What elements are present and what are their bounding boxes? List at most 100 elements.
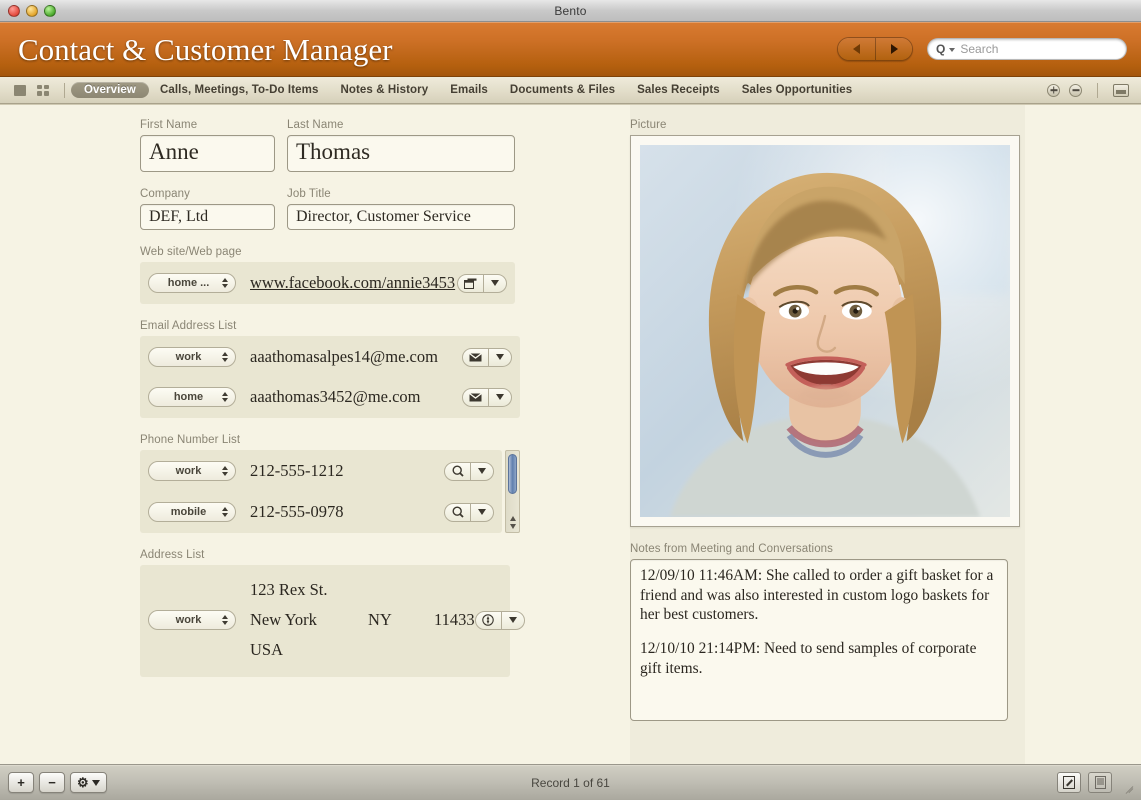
address-country[interactable]: USA	[250, 635, 475, 665]
address-list: work 123 Rex St. New York NY 11433 USA	[140, 565, 525, 677]
tab-calls-meetings-todo[interactable]: Calls, Meetings, To-Do Items	[149, 82, 330, 98]
company-group: Company DEF, Ltd	[140, 188, 275, 230]
phone-actions-0	[444, 461, 494, 481]
phone-row: work 212-555-1212	[140, 456, 502, 486]
search-input[interactable]: Q Search	[927, 38, 1127, 60]
email-type-selector-0[interactable]: work	[148, 347, 236, 367]
view-switcher	[8, 84, 58, 96]
email-value-0[interactable]: aaathomasalpes14@me.com	[250, 347, 462, 367]
phone-menu-button-1[interactable]	[471, 509, 493, 515]
app-window: Bento Contact & Customer Manager Q Searc…	[0, 0, 1141, 800]
plus-circle-icon[interactable]	[1047, 83, 1060, 97]
grid-view-icon[interactable]	[37, 84, 49, 96]
phone-row: mobile 212-555-0978	[140, 497, 502, 527]
form-view-icon[interactable]	[14, 84, 26, 96]
browser-window-icon[interactable]	[458, 278, 483, 289]
record-counter: Record 1 of 61	[531, 775, 610, 790]
name-row: First Name Anne Last Name Thomas	[140, 119, 520, 172]
last-name-field[interactable]: Thomas	[287, 135, 515, 172]
scrollbar-thumb[interactable]	[508, 454, 517, 494]
arrow-left-icon	[853, 44, 860, 54]
stepper-icon	[222, 615, 228, 625]
status-bar: + − ⚙ Record 1 of 61	[0, 764, 1141, 800]
phone-type-label: work	[175, 465, 202, 477]
address-menu-button[interactable]	[502, 617, 524, 623]
notes-paragraph-0: 12/09/10 11:46AM: She called to order a …	[640, 567, 994, 624]
job-title-field[interactable]: Director, Customer Service	[287, 204, 515, 230]
email-actions-0	[462, 347, 512, 367]
resize-grip[interactable]	[1121, 777, 1133, 789]
website-type-selector[interactable]: home ...	[148, 273, 236, 293]
stepper-icon	[222, 278, 228, 288]
job-title-group: Job Title Director, Customer Service	[287, 188, 515, 230]
picture-label: Picture	[630, 119, 667, 131]
website-group: Web site/Web page home ... www.facebook.…	[140, 246, 520, 304]
picture-frame[interactable]	[630, 135, 1020, 527]
company-label: Company	[140, 188, 190, 200]
address-city[interactable]: New York	[250, 610, 368, 630]
stepper-icon	[222, 507, 228, 517]
notes-paragraph-1: 12/10/10 21:14PM: Need to send samples o…	[640, 640, 977, 677]
address-street[interactable]: 123 Rex St.	[250, 575, 475, 605]
phone-type-selector-0[interactable]: work	[148, 461, 236, 481]
phone-actions-1	[444, 502, 494, 522]
magnifier-icon[interactable]	[445, 465, 470, 477]
scrollbar-steppers[interactable]	[509, 516, 516, 532]
toolbar-divider	[64, 82, 65, 98]
address-citystatezip: New York NY 11433	[250, 605, 475, 635]
address-row: work 123 Rex St. New York NY 11433 USA	[140, 575, 525, 665]
website-menu-button[interactable]	[484, 280, 506, 286]
stepper-icon	[222, 392, 228, 402]
phone-menu-button-0[interactable]	[471, 468, 493, 474]
tab-documents-files[interactable]: Documents & Files	[499, 82, 626, 98]
tab-bar-actions	[1047, 82, 1133, 98]
email-row: work aaathomasalpes14@me.com	[140, 342, 520, 372]
phone-type-selector-1[interactable]: mobile	[148, 502, 236, 522]
panel-toggle-icon[interactable]	[1113, 83, 1129, 97]
address-type-selector[interactable]: work	[148, 610, 236, 630]
envelope-icon[interactable]	[463, 392, 488, 402]
minus-circle-icon[interactable]	[1069, 83, 1082, 97]
tab-notes-history[interactable]: Notes & History	[329, 82, 439, 98]
left-form-column: First Name Anne Last Name Thomas Company…	[140, 119, 525, 677]
address-group: Address List work 123 Rex St. New York N…	[140, 549, 525, 677]
address-lines: 123 Rex St. New York NY 11433 USA	[250, 575, 475, 665]
compass-icon[interactable]	[476, 614, 501, 626]
email-menu-button-0[interactable]	[489, 354, 511, 360]
phone-value-1[interactable]: 212-555-0978	[250, 502, 444, 522]
magnifier-icon[interactable]	[445, 506, 470, 518]
tab-overview[interactable]: Overview	[71, 82, 149, 98]
search-placeholder: Search	[960, 42, 999, 56]
address-actions	[474, 610, 525, 630]
email-type-selector-1[interactable]: home	[148, 387, 236, 407]
notes-field[interactable]: 12/09/10 11:46AM: She called to order a …	[630, 559, 1008, 721]
email-list: work aaathomasalpes14@me.com home aaatho…	[140, 336, 520, 418]
envelope-icon[interactable]	[463, 352, 488, 362]
first-name-field[interactable]: Anne	[140, 135, 275, 172]
website-value[interactable]: www.facebook.com/annie3453	[250, 273, 457, 293]
address-state[interactable]: NY	[368, 610, 434, 630]
phone-value-0[interactable]: 212-555-1212	[250, 461, 444, 481]
email-type-label: home	[173, 391, 204, 403]
record-nav-segment	[837, 37, 913, 61]
first-name-group: First Name Anne	[140, 119, 275, 172]
chevron-down-icon	[949, 48, 956, 52]
phone-list-scrollbar[interactable]	[505, 450, 520, 533]
email-value-1[interactable]: aaathomas3452@me.com	[250, 387, 462, 407]
scroll-up-icon[interactable]	[509, 516, 516, 521]
company-field[interactable]: DEF, Ltd	[140, 204, 275, 230]
tab-sales-opportunities[interactable]: Sales Opportunities	[731, 82, 864, 98]
tab-emails[interactable]: Emails	[439, 82, 499, 98]
last-name-label: Last Name	[287, 119, 344, 131]
address-zip[interactable]: 11433	[434, 610, 475, 630]
scroll-down-icon[interactable]	[509, 524, 516, 529]
previous-record-button[interactable]	[838, 38, 875, 60]
phone-type-label: mobile	[170, 506, 207, 518]
page-title: Contact & Customer Manager	[18, 31, 393, 67]
email-menu-button-1[interactable]	[489, 394, 511, 400]
tab-sales-receipts[interactable]: Sales Receipts	[626, 82, 731, 98]
next-record-button[interactable]	[875, 38, 912, 60]
chevron-down-icon	[508, 617, 517, 623]
website-actions	[457, 273, 507, 293]
tab-list: Overview Calls, Meetings, To-Do Items No…	[71, 82, 863, 98]
